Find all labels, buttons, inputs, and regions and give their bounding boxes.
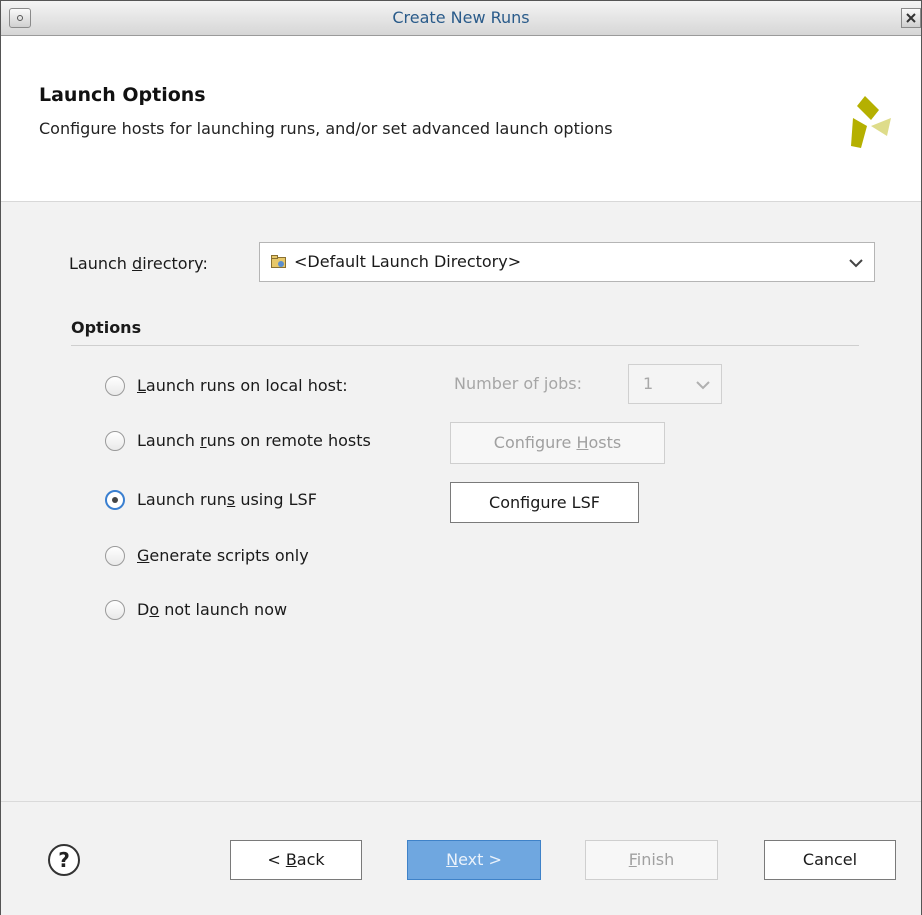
number-of-jobs-value: 1 bbox=[643, 374, 654, 393]
local-host-label[interactable]: Launch runs on local host: bbox=[137, 376, 348, 395]
lsf-label[interactable]: Launch runs using LSF bbox=[137, 490, 317, 509]
help-icon[interactable]: ? bbox=[48, 844, 80, 876]
do-not-launch-radio[interactable] bbox=[105, 600, 125, 620]
remote-hosts-radio[interactable] bbox=[105, 431, 125, 451]
back-button[interactable]: < Back bbox=[230, 840, 362, 880]
close-button[interactable] bbox=[901, 8, 921, 28]
wizard-footer: ? < Back Next > Finish Cancel bbox=[1, 801, 921, 915]
options-panel: Launch directory: <Default Launch Direct… bbox=[1, 202, 921, 800]
finish-button[interactable]: Finish bbox=[585, 840, 718, 880]
wizard-header: Launch Options Configure hosts for launc… bbox=[1, 36, 921, 202]
remote-hosts-label[interactable]: Launch runs on remote hosts bbox=[137, 431, 371, 450]
page-subtitle: Configure hosts for launching runs, and/… bbox=[39, 119, 613, 138]
scripts-only-radio[interactable] bbox=[105, 546, 125, 566]
title-bar[interactable]: Create New Runs bbox=[1, 1, 921, 36]
configure-hosts-button[interactable]: Configure Hosts bbox=[450, 422, 665, 464]
launch-directory-label: Launch directory: bbox=[69, 254, 208, 273]
window-title: Create New Runs bbox=[392, 8, 530, 27]
close-icon bbox=[906, 13, 916, 23]
number-of-jobs-label: Number of jobs: bbox=[454, 374, 582, 393]
cancel-button[interactable]: Cancel bbox=[764, 840, 896, 880]
configure-lsf-button[interactable]: Configure LSF bbox=[450, 482, 639, 523]
lsf-radio[interactable] bbox=[105, 490, 125, 510]
do-not-launch-label[interactable]: Do not launch now bbox=[137, 600, 287, 619]
chevron-down-icon bbox=[849, 259, 863, 268]
xilinx-logo-icon bbox=[851, 96, 891, 148]
local-host-radio[interactable] bbox=[105, 376, 125, 396]
options-section-title: Options bbox=[71, 318, 142, 337]
chevron-down-icon bbox=[696, 381, 710, 390]
dialog-window: Create New Runs Launch Options Configure… bbox=[0, 0, 922, 915]
launch-directory-value: <Default Launch Directory> bbox=[294, 252, 522, 271]
page-title: Launch Options bbox=[39, 84, 206, 106]
launch-directory-dropdown[interactable]: <Default Launch Directory> bbox=[259, 242, 875, 282]
next-button[interactable]: Next > bbox=[407, 840, 541, 880]
number-of-jobs-dropdown[interactable]: 1 bbox=[628, 364, 722, 404]
scripts-only-label[interactable]: Generate scripts only bbox=[137, 546, 309, 565]
options-divider bbox=[71, 345, 859, 346]
folder-icon bbox=[271, 255, 286, 268]
